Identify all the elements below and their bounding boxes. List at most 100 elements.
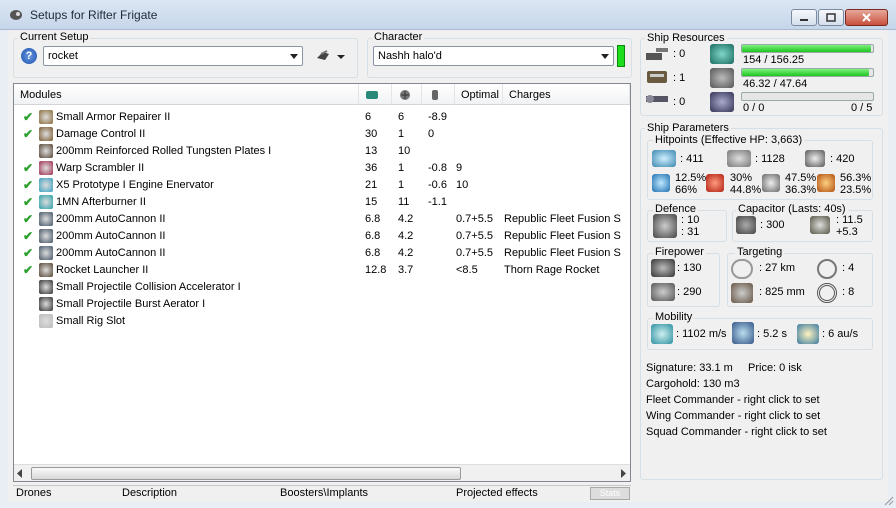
module-active-check-icon[interactable]: ✔ <box>23 178 33 192</box>
close-button[interactable] <box>845 9 888 26</box>
drone-bar <box>741 92 874 101</box>
tab-boosters-implants[interactable]: Boosters\Implants <box>280 487 368 499</box>
column-header-optimal[interactable]: Optimal <box>455 84 503 105</box>
powergrid-bar <box>741 68 874 77</box>
price-text: Price: 0 isk <box>748 362 802 374</box>
launcher-hardpoint-icon <box>644 68 670 86</box>
targeting-range: : 27 km <box>759 262 796 274</box>
cpu-bar-fill <box>742 45 872 52</box>
module-active-check-icon[interactable]: ✔ <box>23 229 33 243</box>
module-name: X5 Prototype I Engine Enervator <box>56 179 214 191</box>
module-row[interactable]: ✔ 200mm AutoCannon II 6.8 4.2 0.7+5.5 Republi… <box>14 245 630 262</box>
module-row[interactable]: ✔ 200mm AutoCannon II 6.8 4.2 0.7+5.5 Republi… <box>14 228 630 245</box>
shield-icon <box>652 150 676 167</box>
column-header-modules[interactable]: Modules <box>14 84 359 105</box>
tab-drones[interactable]: Drones <box>16 487 51 499</box>
scroll-left-icon[interactable] <box>16 469 24 481</box>
wing-commander[interactable]: Wing Commander - right click to set <box>646 410 820 422</box>
help-icon[interactable]: ? <box>21 48 37 64</box>
minimize-button[interactable] <box>791 9 817 26</box>
module-powergrid: 4.2 <box>398 247 414 259</box>
module-charge: Republic Fleet Fusion S <box>504 213 621 225</box>
setup-select[interactable]: rocket <box>43 46 303 66</box>
speed-icon <box>651 324 673 344</box>
module-row[interactable]: ✔ X5 Prototype I Engine Enervator 21 1 -0.6 1… <box>14 177 630 194</box>
module-name: Warp Scrambler II <box>56 162 145 174</box>
armor-res2-top: 47.5% <box>785 172 817 184</box>
fleet-commander[interactable]: Fleet Commander - right click to set <box>646 394 820 406</box>
capacitor-icon <box>432 90 438 100</box>
module-cpu: 13 <box>365 145 378 157</box>
squad-commander[interactable]: Squad Commander - right click to set <box>646 426 827 438</box>
module-row[interactable]: ✔ Damage Control II 30 1 0 <box>14 126 630 143</box>
module-charge: Republic Fleet Fusion S <box>504 230 621 242</box>
module-row[interactable]: Small Projectile Burst Aerator I <box>14 296 630 313</box>
column-header-charges[interactable]: Charges <box>503 84 630 105</box>
module-powergrid: 11 <box>398 196 410 208</box>
character-select[interactable]: Nashh halo'd <box>373 46 614 66</box>
module-row[interactable]: ✔ Small Armor Repairer II 6 6 -8.9 <box>14 109 630 126</box>
launcher-count: : 1 <box>673 72 686 84</box>
column-header-capacitor[interactable] <box>422 84 455 105</box>
module-optimal: 0.7+5.5 <box>456 230 494 242</box>
module-powergrid: 4.2 <box>398 230 414 242</box>
module-active-check-icon[interactable]: ✔ <box>23 263 33 277</box>
module-name: Small Projectile Collision Accelerator I <box>56 281 241 293</box>
module-optimal: 0.7+5.5 <box>456 247 494 259</box>
module-icon <box>39 229 53 243</box>
column-header-powergrid[interactable] <box>392 84 422 105</box>
powergrid-text: 46.32 / 47.64 <box>743 78 808 90</box>
modules-list[interactable]: Modules Optimal Charges ✔ Small Armor Rep… <box>13 83 631 482</box>
scan-resolution: : 825 mm <box>759 286 805 298</box>
module-active-check-icon[interactable]: ✔ <box>23 246 33 260</box>
scroll-thumb[interactable] <box>31 467 461 480</box>
armor-res-top: 30% <box>730 172 753 184</box>
module-powergrid: 3.7 <box>398 264 414 276</box>
calibration-icon <box>644 90 670 108</box>
column-header-cpu[interactable] <box>359 84 392 105</box>
horizontal-scrollbar[interactable] <box>14 464 630 481</box>
tab-description[interactable]: Description <box>122 487 177 499</box>
app-icon <box>9 9 23 21</box>
firepower-a: : 130 <box>677 262 702 274</box>
module-capacitor: -0.6 <box>428 179 447 191</box>
module-row[interactable]: ✔ Rocket Launcher II 12.8 3.7 <8.5 Thorn Rage… <box>14 262 630 279</box>
targeting-range-icon <box>731 259 753 279</box>
hitpoints-label: Hitpoints (Effective HP: 3,663) <box>653 134 805 146</box>
module-powergrid: 10 <box>398 145 411 157</box>
module-active-check-icon[interactable]: ✔ <box>23 161 33 175</box>
module-capacitor: -1.1 <box>428 196 447 208</box>
maximize-button[interactable] <box>818 9 844 26</box>
defence-icon <box>653 214 677 238</box>
module-charge: Thorn Rage Rocket <box>504 264 600 276</box>
shield-res-bottom: 66% <box>675 184 698 196</box>
module-capacitor: 0 <box>428 128 435 140</box>
scroll-right-icon[interactable] <box>619 469 627 481</box>
max-targets: : 4 <box>842 262 855 274</box>
turret-count: : 0 <box>673 48 686 60</box>
module-active-check-icon[interactable]: ✔ <box>23 127 33 141</box>
stats-button[interactable]: Stats <box>590 487 630 500</box>
module-row[interactable]: 200mm Reinforced Rolled Tungsten Plates … <box>14 143 630 160</box>
module-row[interactable]: Small Projectile Collision Accelerator I <box>14 279 630 296</box>
cpu-text: 154 / 156.25 <box>743 54 805 66</box>
module-row[interactable]: ✔ 200mm AutoCannon II 6.8 4.2 0.7+5.5 Republi… <box>14 211 630 228</box>
setup-actions-button[interactable] <box>315 48 347 64</box>
module-row[interactable]: Small Rig Slot <box>14 313 630 330</box>
kinetic-resist-icon <box>762 174 780 192</box>
resize-grip-icon[interactable] <box>884 496 894 508</box>
module-active-check-icon[interactable]: ✔ <box>23 195 33 209</box>
module-row[interactable]: ✔ Warp Scrambler II 36 1 -0.8 9 <box>14 160 630 177</box>
module-active-check-icon[interactable]: ✔ <box>23 212 33 226</box>
module-cpu: 6 <box>365 111 372 123</box>
max-speed: : 1102 m/s <box>676 328 727 340</box>
module-active-check-icon[interactable]: ✔ <box>23 110 33 124</box>
defence-b: : 31 <box>681 226 700 238</box>
module-row[interactable]: ✔ 1MN Afterburner II 15 11 -1.1 <box>14 194 630 211</box>
armor-res2-bottom: 36.3% <box>785 184 817 196</box>
armor-res-bottom: 44.8% <box>730 184 762 196</box>
drone-bay-icon <box>710 92 734 112</box>
tab-projected-effects[interactable]: Projected effects <box>456 487 538 499</box>
module-name: Small Rig Slot <box>56 315 126 327</box>
setup-select-value: rocket <box>48 50 78 62</box>
